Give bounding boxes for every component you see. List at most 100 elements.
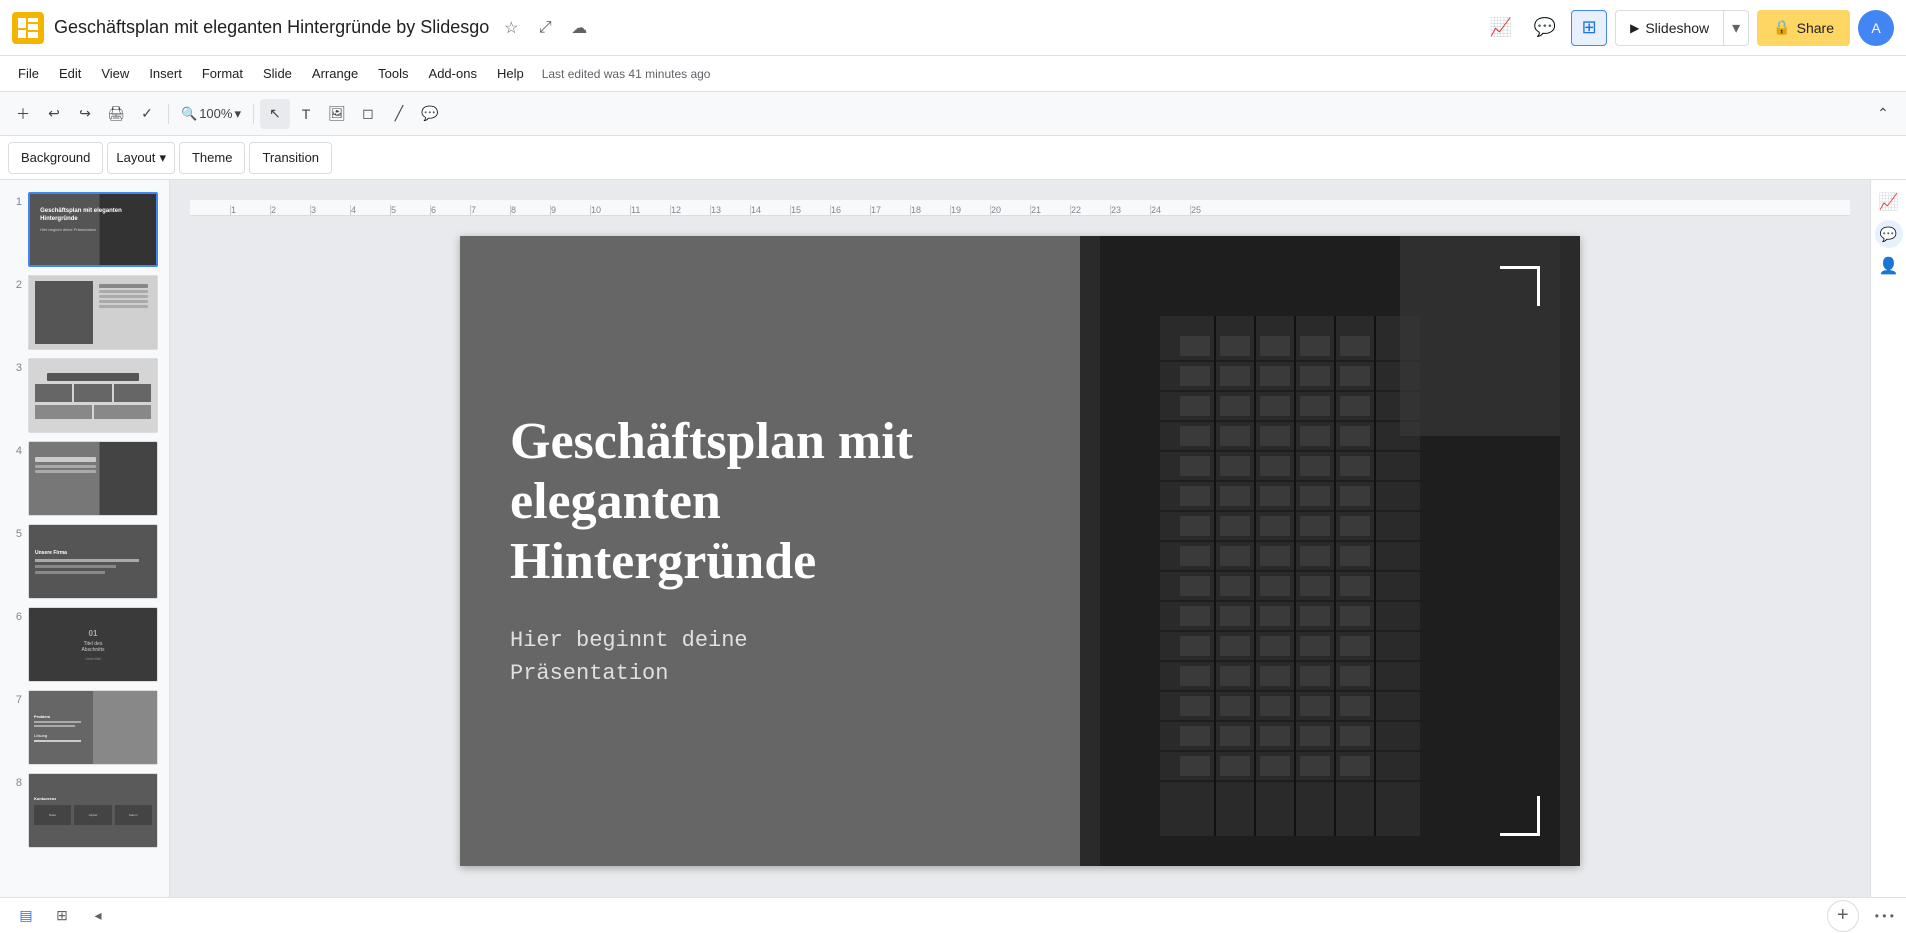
slideshow-text: Slideshow xyxy=(1645,20,1709,36)
theme-btn[interactable]: Theme xyxy=(179,142,245,174)
right-controls: 📈 💬 ⊞ ▶ Slideshow ▾ 🔒 Share A xyxy=(1483,10,1894,46)
menu-format[interactable]: Format xyxy=(192,60,253,88)
add-slide-bottom-btn[interactable]: + xyxy=(1827,900,1859,932)
ruler-tick: 5 xyxy=(390,205,430,215)
user-avatar[interactable]: A xyxy=(1858,10,1894,46)
toolbar-undo-btn[interactable]: ↩ xyxy=(39,99,69,129)
activity-button[interactable]: 📈 xyxy=(1483,10,1519,46)
slide-item-6[interactable]: 6 01 Titel desAbschnitts Untertitel xyxy=(0,603,169,686)
toolbar-shapes-btn[interactable]: ◻ xyxy=(353,99,383,129)
slide-thumb-wrap-3 xyxy=(28,358,158,433)
ruler-tick: 1 xyxy=(230,205,270,215)
slides-panel: 1 Geschäftsplan mit elegantenHintergründ… xyxy=(0,180,170,897)
ruler-tick: 19 xyxy=(950,205,990,215)
toolbar-text-btn[interactable]: T xyxy=(291,99,321,129)
bottom-bar: ▤ ⊞ ◂ + • • • xyxy=(0,897,1906,933)
menu-insert[interactable]: Insert xyxy=(139,60,192,88)
slide-text-content: Geschäftsplan mit eleganten Hintergründe… xyxy=(460,372,1080,729)
slide-item-8[interactable]: 8 Konkurrenz Natur Jupiter Saturn xyxy=(0,769,169,852)
slide-item-7[interactable]: 7 Problem Lösung xyxy=(0,686,169,769)
slide-item-5[interactable]: 5 Unsere Firma xyxy=(0,520,169,603)
slide-thumb-wrap-1: Geschäftsplan mit elegantenHintergründe … xyxy=(28,192,158,267)
ruler-tick: 7 xyxy=(470,205,510,215)
slide-item-2[interactable]: 2 xyxy=(0,271,169,354)
slide-canvas-container: Geschäftsplan mit eleganten Hintergründe… xyxy=(460,236,1580,866)
ruler-tick: 23 xyxy=(1110,205,1150,215)
open-externally-button[interactable]: ⤢ xyxy=(531,14,559,42)
menu-addons[interactable]: Add-ons xyxy=(419,60,487,88)
menu-help[interactable]: Help xyxy=(487,60,534,88)
ruler-horizontal: 1 2 3 4 5 6 7 8 9 10 11 12 13 14 15 16 1… xyxy=(190,200,1850,216)
toolbar-zoom-btn[interactable]: 🔍 100% ▾ xyxy=(175,99,247,129)
ruler-tick: 20 xyxy=(990,205,1030,215)
toolbar-select-btn[interactable]: ↖ xyxy=(260,99,290,129)
ruler-tick: 13 xyxy=(710,205,750,215)
ruler-tick: 2 xyxy=(270,205,310,215)
slide-num-1: 1 xyxy=(8,192,22,208)
collapse-panel-btn[interactable]: ◂ xyxy=(84,902,112,930)
ruler-tick: 4 xyxy=(350,205,390,215)
slideshow-dropdown-btn[interactable]: ▶ Slideshow ▾ xyxy=(1615,10,1749,46)
slide-num-5: 5 xyxy=(8,524,22,540)
menu-bar: File Edit View Insert Format Slide Arran… xyxy=(0,56,1906,92)
rs-comment-btn[interactable]: 💬 xyxy=(1880,226,1897,243)
transition-btn[interactable]: Transition xyxy=(249,142,332,174)
slide-num-6: 6 xyxy=(8,607,22,623)
slide-item-3[interactable]: 3 xyxy=(0,354,169,437)
slide-thumb-1: Geschäftsplan mit elegantenHintergründe … xyxy=(30,194,156,265)
slide-num-7: 7 xyxy=(8,690,22,706)
slide-num-2: 2 xyxy=(8,275,22,291)
slide-main-title: Geschäftsplan mit eleganten Hintergründe xyxy=(510,412,1030,591)
star-button[interactable]: ☆ xyxy=(497,14,525,42)
slide-item-1[interactable]: 1 Geschäftsplan mit elegantenHintergründ… xyxy=(0,188,169,271)
title-icons-group: ☆ ⤢ ☁ xyxy=(497,14,593,42)
document-title: Geschäftsplan mit eleganten Hintergründe… xyxy=(54,17,489,38)
menu-file[interactable]: File xyxy=(8,60,49,88)
share-button[interactable]: 🔒 Share xyxy=(1757,10,1850,46)
menu-tools[interactable]: Tools xyxy=(368,60,418,88)
cloud-save-button[interactable]: ☁ xyxy=(565,14,593,42)
slide-canvas[interactable]: Geschäftsplan mit eleganten Hintergründe… xyxy=(460,236,1580,866)
layout-btn[interactable]: Layout ▾ xyxy=(107,142,175,174)
app-logo xyxy=(12,12,44,44)
toolbar-image-btn[interactable]: 🖼 xyxy=(322,99,352,129)
slide-item-4[interactable]: 4 xyxy=(0,437,169,520)
rs-trending-btn[interactable]: 📈 xyxy=(1875,188,1903,216)
slide-num-8: 8 xyxy=(8,773,22,789)
slide-thumb-6: 01 Titel desAbschnitts Untertitel xyxy=(29,608,157,681)
toolbar-sep-1 xyxy=(168,104,169,124)
toolbar-print-btn[interactable]: 🖨 xyxy=(101,99,131,129)
ruler-tick: 8 xyxy=(510,205,550,215)
background-btn[interactable]: Background xyxy=(8,142,103,174)
corner-bracket-top-right xyxy=(1500,266,1540,306)
menu-arrange[interactable]: Arrange xyxy=(302,60,368,88)
filmstrip-view-btn[interactable]: ▤ xyxy=(12,902,40,930)
zoom-icon: 🔍 xyxy=(181,106,197,122)
slideshow-dropdown-arrow[interactable]: ▾ xyxy=(1724,11,1748,45)
toolbar-comment-btn[interactable]: 💬 xyxy=(415,99,445,129)
layout-label: Layout xyxy=(116,150,155,165)
new-slide-button[interactable]: ⊞ xyxy=(1571,10,1607,46)
toolbar-file-group: ＋ ↩ ↪ 🖨 ✓ xyxy=(8,99,162,129)
comments-button[interactable]: 💬 xyxy=(1527,10,1563,46)
last-edit-label[interactable]: Last edited was 41 minutes ago xyxy=(542,67,711,81)
toolbar-collapse-btn[interactable]: ⌃ xyxy=(1868,99,1898,129)
ruler-tick: 17 xyxy=(870,205,910,215)
background-label: Background xyxy=(21,150,90,165)
grid-view-btn[interactable]: ⊞ xyxy=(48,902,76,930)
slideshow-play-icon: ▶ xyxy=(1630,21,1639,35)
canvas-area: 1 2 3 4 5 6 7 8 9 10 11 12 13 14 15 16 1… xyxy=(170,180,1870,897)
rs-profile-btn[interactable]: 👤 xyxy=(1875,252,1903,280)
toolbar: ＋ ↩ ↪ 🖨 ✓ 🔍 100% ▾ ↖ T 🖼 ◻ ╱ 💬 ⌃ xyxy=(0,92,1906,136)
slide-thumb-7: Problem Lösung xyxy=(29,691,157,764)
zoom-value: 100% xyxy=(199,106,232,121)
toolbar-redo-btn[interactable]: ↪ xyxy=(70,99,100,129)
menu-edit[interactable]: Edit xyxy=(49,60,91,88)
slideshow-label[interactable]: ▶ Slideshow xyxy=(1616,11,1724,45)
toolbar-lines-btn[interactable]: ╱ xyxy=(384,99,414,129)
toolbar-spellcheck-btn[interactable]: ✓ xyxy=(132,99,162,129)
toolbar-add-btn[interactable]: ＋ xyxy=(8,99,38,129)
menu-slide[interactable]: Slide xyxy=(253,60,302,88)
ruler-tick: 3 xyxy=(310,205,350,215)
menu-view[interactable]: View xyxy=(91,60,139,88)
